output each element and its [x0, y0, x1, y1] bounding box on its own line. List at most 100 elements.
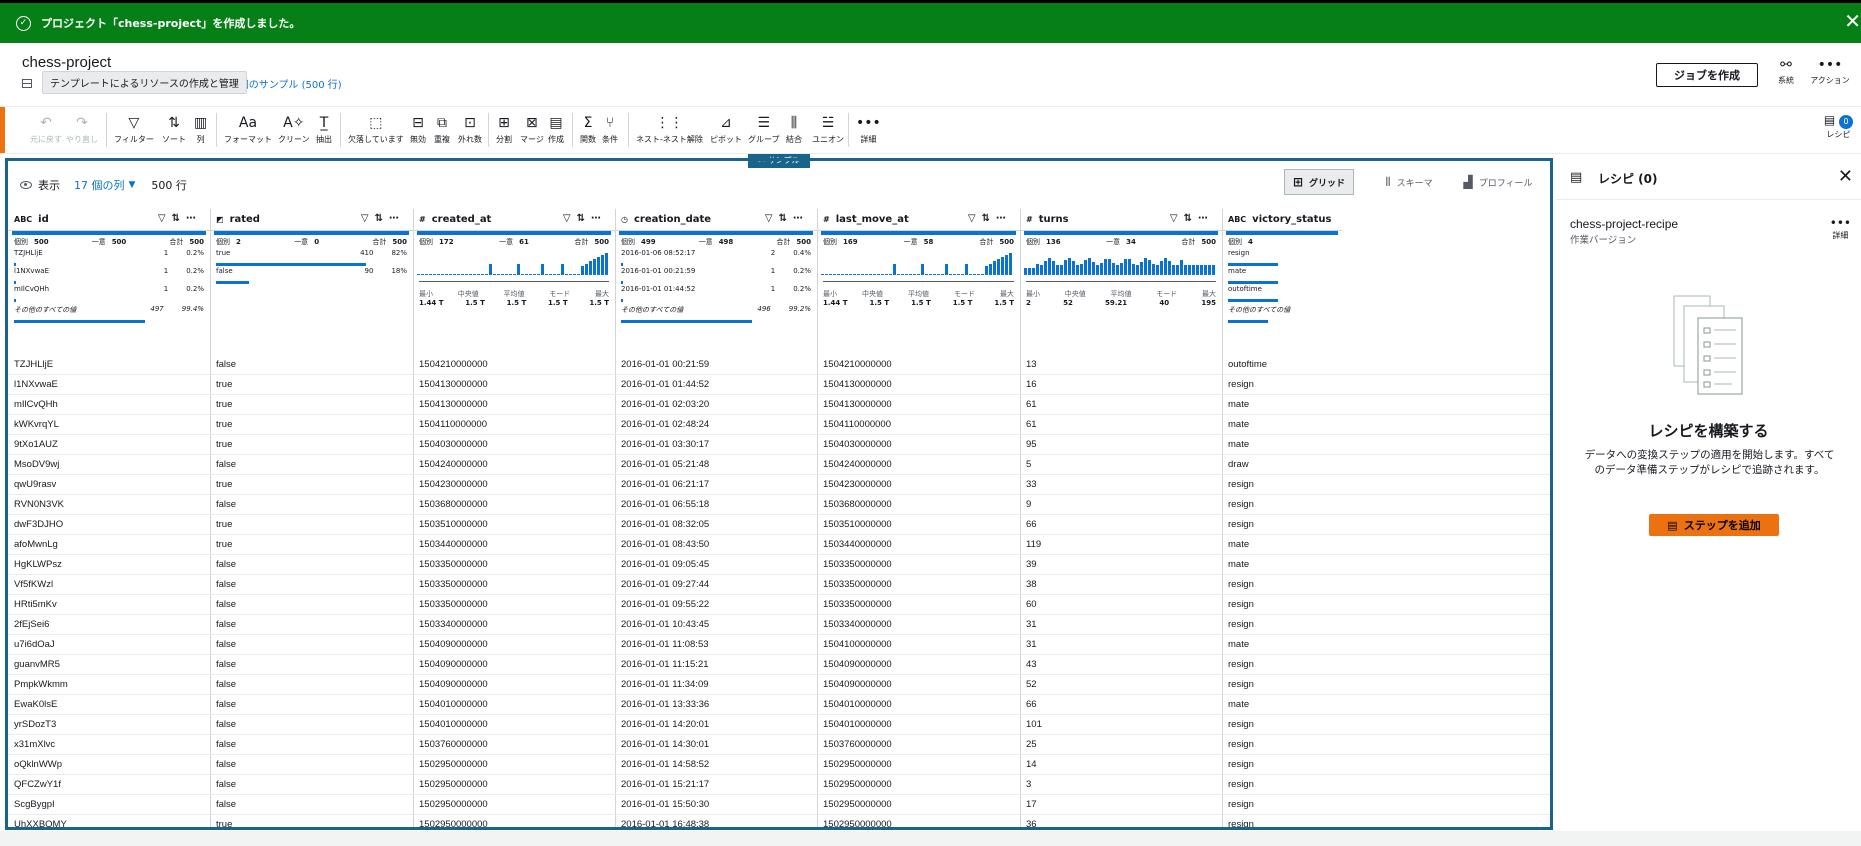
- top-value-row[interactable]: false 90 18%: [210, 267, 413, 285]
- table-cell-creation_date[interactable]: 2016-01-01 14:20:01: [615, 715, 817, 735]
- table-cell-victory_status[interactable]: resign: [1222, 795, 1342, 815]
- table-cell-turns[interactable]: 66: [1020, 515, 1222, 535]
- column-button[interactable]: ▥ 列: [194, 113, 207, 145]
- table-cell-rated[interactable]: false: [210, 555, 413, 575]
- table-cell-last_move_at[interactable]: 1504010000000: [817, 695, 1020, 715]
- table-cell-created_at[interactable]: 1502950000000: [413, 815, 615, 827]
- details-button[interactable]: ••• 詳細: [856, 113, 881, 145]
- table-cell-creation_date[interactable]: 2016-01-01 06:21:17: [615, 475, 817, 495]
- view-profile-button[interactable]: ▟ プロフィール: [1458, 169, 1538, 195]
- table-cell-created_at[interactable]: 1503350000000: [413, 595, 615, 615]
- table-cell-creation_date[interactable]: 2016-01-01 11:08:53: [615, 635, 817, 655]
- table-cell-rated[interactable]: true: [210, 375, 413, 395]
- table-row[interactable]: UhXXBOMY true 1502950000000 2016-01-01 16:4…: [8, 815, 1550, 827]
- table-cell-turns[interactable]: 31: [1020, 615, 1222, 635]
- table-cell-turns[interactable]: 13: [1020, 355, 1222, 375]
- functions-button[interactable]: Σ 関数: [580, 113, 596, 145]
- table-cell-victory_status[interactable]: draw: [1222, 455, 1342, 475]
- table-cell-turns[interactable]: 3: [1020, 775, 1222, 795]
- table-cell-rated[interactable]: true: [210, 535, 413, 555]
- table-cell-rated[interactable]: true: [210, 415, 413, 435]
- table-cell-rated[interactable]: true: [210, 815, 413, 827]
- table-cell-rated[interactable]: false: [210, 755, 413, 775]
- table-cell-victory_status[interactable]: resign: [1222, 675, 1342, 695]
- table-cell-id[interactable]: QFCZwY1f: [8, 775, 210, 795]
- table-cell-creation_date[interactable]: 2016-01-01 09:05:45: [615, 555, 817, 575]
- table-cell-rated[interactable]: true: [210, 515, 413, 535]
- table-cell-created_at[interactable]: 1504230000000: [413, 475, 615, 495]
- range-slider[interactable]: [419, 281, 609, 282]
- table-cell-turns[interactable]: 14: [1020, 755, 1222, 775]
- table-cell-last_move_at[interactable]: 1504030000000: [817, 435, 1020, 455]
- table-cell-created_at[interactable]: 1502950000000: [413, 795, 615, 815]
- table-cell-turns[interactable]: 38: [1020, 575, 1222, 595]
- group-button[interactable]: ☰ グループ: [748, 113, 780, 145]
- table-cell-creation_date[interactable]: 2016-01-01 11:15:21: [615, 655, 817, 675]
- merge-button[interactable]: ⊠ マージ: [520, 113, 544, 145]
- extract-button[interactable]: T̲ 抽出: [316, 113, 332, 145]
- range-slider[interactable]: [823, 281, 1014, 282]
- table-cell-id[interactable]: guanvMR5: [8, 655, 210, 675]
- table-cell-id[interactable]: qwU9rasv: [8, 475, 210, 495]
- table-cell-rated[interactable]: false: [210, 575, 413, 595]
- table-cell-rated[interactable]: false: [210, 795, 413, 815]
- column-actions[interactable]: ▽⇅⋯: [158, 213, 202, 224]
- table-cell-id[interactable]: 9tXo1AUZ: [8, 435, 210, 455]
- column-header-created_at[interactable]: # created_at ▽⇅⋯: [413, 209, 615, 231]
- table-cell-creation_date[interactable]: 2016-01-01 10:43:45: [615, 615, 817, 635]
- table-cell-victory_status[interactable]: resign: [1222, 475, 1342, 495]
- table-row[interactable]: afoMwnLg true 1503440000000 2016-01-01 08:4…: [8, 535, 1550, 555]
- table-row[interactable]: HRti5mKv false 1503350000000 2016-01-01 09:…: [8, 595, 1550, 615]
- range-slider[interactable]: [1026, 281, 1216, 282]
- column-header-victory_status[interactable]: ABC victory_status: [1222, 209, 1342, 231]
- table-cell-rated[interactable]: false: [210, 775, 413, 795]
- table-cell-victory_status[interactable]: resign: [1222, 735, 1342, 755]
- table-cell-created_at[interactable]: 1504240000000: [413, 455, 615, 475]
- table-cell-last_move_at[interactable]: 1504090000000: [817, 675, 1020, 695]
- table-cell-victory_status[interactable]: mate: [1222, 535, 1342, 555]
- table-row[interactable]: QFCZwY1f false 1502950000000 2016-01-01 15:…: [8, 775, 1550, 795]
- table-cell-turns[interactable]: 60: [1020, 595, 1222, 615]
- table-cell-id[interactable]: Vf5fKWzl: [8, 575, 210, 595]
- table-cell-rated[interactable]: false: [210, 455, 413, 475]
- table-cell-created_at[interactable]: 1504010000000: [413, 715, 615, 735]
- table-cell-id[interactable]: u7i6dOaJ: [8, 635, 210, 655]
- table-cell-created_at[interactable]: 1504210000000: [413, 355, 615, 375]
- table-cell-victory_status[interactable]: resign: [1222, 615, 1342, 635]
- column-actions[interactable]: ▽⇅⋯: [361, 213, 405, 224]
- table-row[interactable]: l1NXvwaE true 1504130000000 2016-01-01 01:4…: [8, 375, 1550, 395]
- table-cell-rated[interactable]: false: [210, 655, 413, 675]
- table-cell-last_move_at[interactable]: 1503350000000: [817, 555, 1020, 575]
- table-cell-creation_date[interactable]: 2016-01-01 05:21:48: [615, 455, 817, 475]
- clean-button[interactable]: A✧ クリーン: [278, 113, 310, 145]
- table-row[interactable]: TZJHLljE false 1504210000000 2016-01-01 00:…: [8, 355, 1550, 375]
- table-cell-creation_date[interactable]: 2016-01-01 02:03:20: [615, 395, 817, 415]
- outliers-button[interactable]: ⊡ 外れ数: [458, 113, 482, 145]
- close-icon[interactable]: ✕: [1844, 9, 1861, 33]
- table-cell-id[interactable]: oQklnWWp: [8, 755, 210, 775]
- top-value-row[interactable]: true 410 82%: [210, 249, 413, 267]
- table-cell-rated[interactable]: false: [210, 615, 413, 635]
- table-cell-created_at[interactable]: 1504130000000: [413, 375, 615, 395]
- table-cell-creation_date[interactable]: 2016-01-01 14:30:01: [615, 735, 817, 755]
- table-cell-creation_date[interactable]: 2016-01-01 14:58:52: [615, 755, 817, 775]
- table-cell-last_move_at[interactable]: 1504240000000: [817, 455, 1020, 475]
- table-cell-last_move_at[interactable]: 1504230000000: [817, 475, 1020, 495]
- top-value-row[interactable]: 2016-01-01 00:21:59 1 0.2%: [615, 267, 817, 285]
- table-cell-last_move_at[interactable]: 1503440000000: [817, 535, 1020, 555]
- table-cell-id[interactable]: UhXXBOMY: [8, 815, 210, 827]
- undo-button[interactable]: ↶ 元に戻す: [30, 113, 62, 145]
- table-row[interactable]: 9tXo1AUZ true 1504030000000 2016-01-01 03:3…: [8, 435, 1550, 455]
- table-cell-victory_status[interactable]: resign: [1222, 755, 1342, 775]
- column-header-last_move_at[interactable]: # last_move_at ▽⇅⋯: [817, 209, 1020, 231]
- table-cell-created_at[interactable]: 1504110000000: [413, 415, 615, 435]
- table-cell-victory_status[interactable]: mate: [1222, 415, 1342, 435]
- table-row[interactable]: u7i6dOaJ false 1504090000000 2016-01-01 11:…: [8, 635, 1550, 655]
- lineage-button[interactable]: ⚯ 系統: [1762, 57, 1810, 86]
- table-cell-victory_status[interactable]: resign: [1222, 655, 1342, 675]
- format-button[interactable]: Aa フォーマット: [224, 113, 272, 145]
- table-cell-victory_status[interactable]: resign: [1222, 815, 1342, 827]
- table-row[interactable]: MsoDV9wj false 1504240000000 2016-01-01 05:…: [8, 455, 1550, 475]
- table-cell-last_move_at[interactable]: 1502950000000: [817, 775, 1020, 795]
- table-cell-id[interactable]: yrSDozT3: [8, 715, 210, 735]
